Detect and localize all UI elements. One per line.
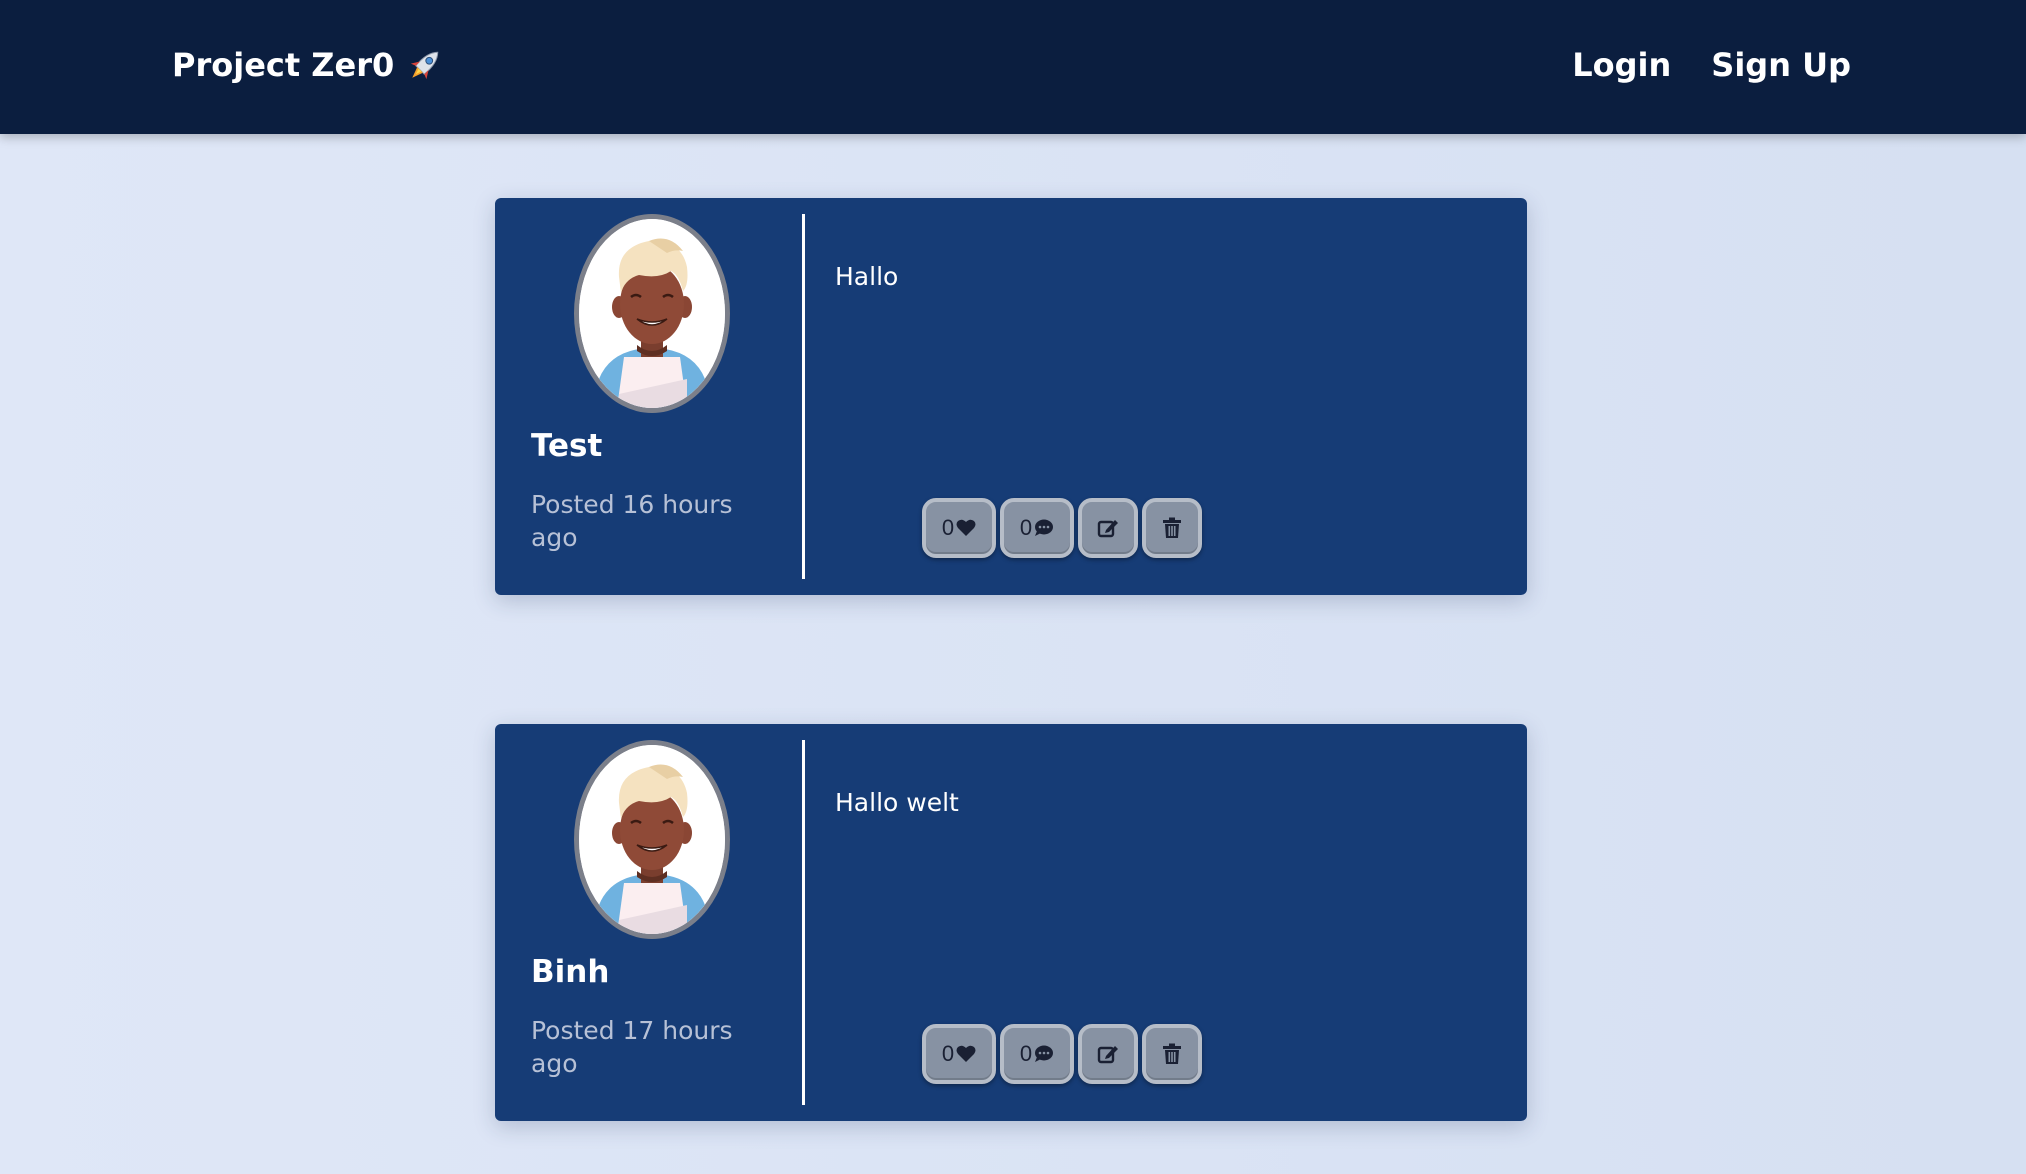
post-content: Hallo [835, 262, 899, 291]
signup-link[interactable]: Sign Up [1711, 40, 1851, 90]
comment-count: 0 [1019, 515, 1033, 540]
brand-logo[interactable]: Project Zer0 [172, 40, 446, 90]
post-card: Test Posted 16 hours ago Hallo 0 0 [495, 198, 1527, 595]
edit-button[interactable] [1078, 498, 1138, 558]
like-count: 0 [941, 515, 955, 540]
post-actions: 0 0 [922, 1024, 1202, 1084]
comment-icon [1034, 519, 1054, 537]
avatar [574, 214, 730, 413]
login-link[interactable]: Login [1572, 40, 1671, 90]
post-timestamp: Posted 16 hours ago [531, 490, 733, 552]
trash-icon [1162, 1043, 1182, 1065]
like-button[interactable]: 0 [922, 498, 996, 558]
post-author[interactable]: Test [531, 426, 602, 466]
comment-button[interactable]: 0 [1000, 498, 1074, 558]
post-timestamp: Posted 17 hours ago [531, 1016, 733, 1078]
comment-count: 0 [1019, 1041, 1033, 1066]
edit-icon [1097, 1043, 1119, 1065]
like-button[interactable]: 0 [922, 1024, 996, 1084]
brand-title: Project Zer0 [172, 46, 395, 84]
heart-icon [956, 1045, 976, 1063]
comment-icon [1034, 1045, 1054, 1063]
edit-button[interactable] [1078, 1024, 1138, 1084]
nav-links: Login Sign Up [1572, 40, 1851, 90]
edit-icon [1097, 517, 1119, 539]
trash-icon [1162, 517, 1182, 539]
divider [802, 740, 805, 1105]
like-count: 0 [941, 1041, 955, 1066]
comment-button[interactable]: 0 [1000, 1024, 1074, 1084]
avatar [574, 740, 730, 939]
rocket-icon [404, 44, 446, 86]
post-card: Binh Posted 17 hours ago Hallo welt 0 0 [495, 724, 1527, 1121]
navbar: Project Zer0 Login Sign Up [0, 0, 2026, 134]
delete-button[interactable] [1142, 1024, 1202, 1084]
delete-button[interactable] [1142, 498, 1202, 558]
post-content: Hallo welt [835, 788, 959, 817]
heart-icon [956, 519, 976, 537]
post-author[interactable]: Binh [531, 952, 609, 992]
post-actions: 0 0 [922, 498, 1202, 558]
divider [802, 214, 805, 579]
